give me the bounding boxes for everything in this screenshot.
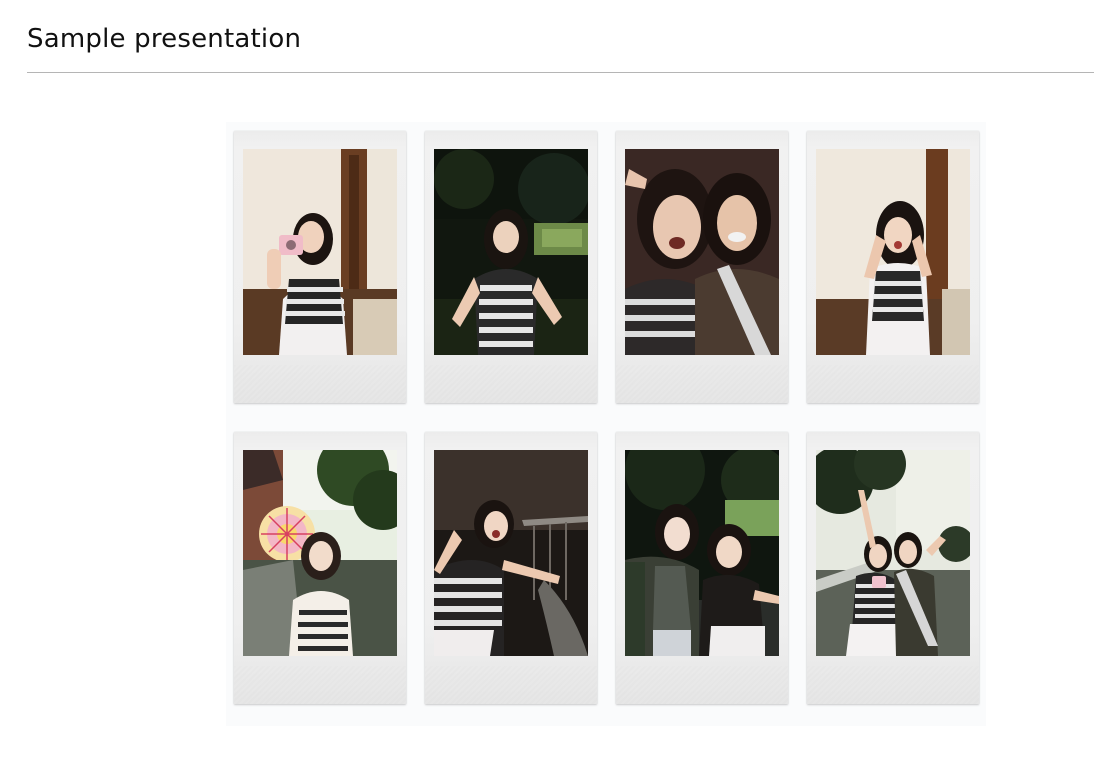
title-divider xyxy=(27,72,1094,73)
photo-girl-with-pink-camera-image xyxy=(243,149,397,355)
photo-two-girls-selfie-closeup-image xyxy=(625,149,779,355)
polaroid-frame-3 xyxy=(616,131,788,403)
photo-two-girls-posing-garden-image xyxy=(625,450,779,656)
page: Sample presentation xyxy=(0,0,1094,760)
photo-1 xyxy=(243,149,397,355)
photo-8 xyxy=(816,450,970,656)
polaroid-frame-5 xyxy=(234,432,406,704)
photo-girl-in-park-hands-on-hips-image xyxy=(434,149,588,355)
photo-2 xyxy=(434,149,588,355)
polaroid-frame-8 xyxy=(807,432,979,704)
photo-3 xyxy=(625,149,779,355)
polaroid-frame-1 xyxy=(234,131,406,403)
polaroid-frame-2 xyxy=(425,131,597,403)
photo-girl-surprised-hands-on-face-image xyxy=(816,149,970,355)
photo-4 xyxy=(816,149,970,355)
photo-5 xyxy=(243,450,397,656)
photo-girl-at-amusement-park-image xyxy=(243,450,397,656)
polaroid-frame-6 xyxy=(425,432,597,704)
photo-gallery-image xyxy=(226,122,986,726)
page-title: Sample presentation xyxy=(27,24,302,54)
photo-6 xyxy=(434,450,588,656)
polaroid-frame-7 xyxy=(616,432,788,704)
photo-7 xyxy=(625,450,779,656)
photo-girl-leaning-back-laughing-image xyxy=(434,450,588,656)
photo-two-girls-waving-outdoors-image xyxy=(816,450,970,656)
polaroid-frame-4 xyxy=(807,131,979,403)
